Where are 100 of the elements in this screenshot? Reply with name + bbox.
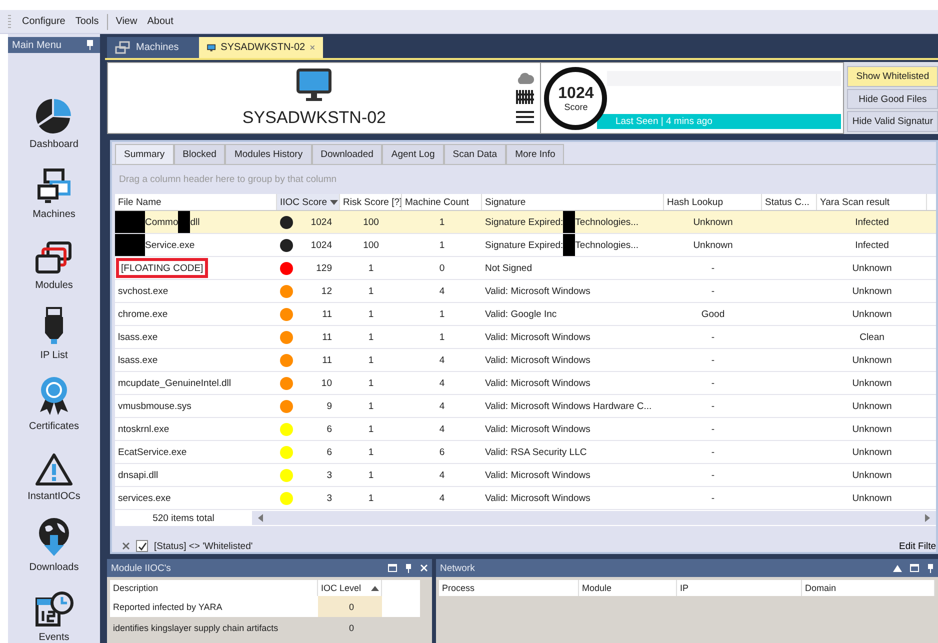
horizontal-scrollbar[interactable] [252,511,936,525]
warning-icon [35,452,73,486]
cell-text: EcatService.exe [117,446,187,458]
cell-text: dnsapi.dll [117,470,158,480]
sidebar-item[interactable]: Modules [35,220,73,290]
sidebar-item[interactable]: Certificates [28,361,79,432]
tab[interactable]: Agent Log [382,144,444,164]
sort-down-icon [330,200,338,204]
table-row[interactable]: ntoskrnl.exe 6 1 4 Valid: Microsoft Windows - Unknown [115,418,936,441]
redaction-block [115,211,145,233]
cell-text: 1 [368,308,374,320]
document-tab[interactable]: SYSADWKSTN-02 [199,37,323,58]
sidebar-item[interactable]: Downloads [29,502,79,572]
cell-text: 100 [363,216,379,228]
cell-text: 1 [368,332,374,342]
table-row[interactable]: chrome.exe 11 1 1 Valid: Google Inc Good Unknown [115,303,936,326]
menu-item[interactable]: Tools [70,16,104,27]
menu-item[interactable]: About [142,16,178,27]
cell-text: Unknown [852,378,892,388]
cell-text: 4 [439,400,445,412]
table-row[interactable]: identifies kingslayer supply chain artifacts 0 [110,617,429,638]
menu-item[interactable]: View [110,16,142,27]
cell-text: 4 [439,286,445,296]
cell-text: - [711,378,715,388]
cell-text: Valid: Microsoft Windows Hardware C... [485,400,652,412]
edit-filter-link[interactable]: Edit Filte [899,540,936,552]
tab[interactable]: Downloaded [312,144,382,164]
column-header[interactable]: IIOC Score [277,194,340,210]
globe-download-icon [36,516,71,556]
pin-icon[interactable] [86,40,94,50]
tab[interactable]: Scan Data [444,144,506,164]
column-header[interactable]: IP [677,580,802,596]
cell-text: chrome.exe [117,308,168,320]
filter-checkbox[interactable] [136,540,148,552]
cell-text: 1 [368,492,374,504]
maximize-icon[interactable] [388,564,397,572]
table-row[interactable]: EcatService.exe 6 1 6 Valid: RSA Security LLC - Unknown [115,441,936,464]
tab[interactable]: Summary [115,144,174,164]
windows-icon [35,240,73,274]
cell-text: - [711,470,715,480]
column-header[interactable]: Hash Lookup [664,194,762,210]
column-header[interactable]: Signature [482,194,664,210]
collapse-up-icon[interactable] [893,564,902,572]
close-icon[interactable] [122,542,130,550]
filter-toggle-button[interactable]: Hide Valid Signatur [847,111,938,132]
document-tab[interactable]: Machines [107,37,199,58]
table-row[interactable]: lsass.exe 11 1 1 Valid: Microsoft Windows - Clean [115,326,936,349]
table-row[interactable]: vmusbmouse.sys 9 1 4 Valid: Microsoft Windows Hardware C... - Unknown [115,395,936,418]
column-header[interactable]: Module [579,580,677,596]
table-row[interactable]: svchost.exe 12 1 4 Valid: Microsoft Windows - Unknown [115,280,936,303]
cell-text: Unknown [852,262,892,274]
cell-text: Valid: RSA Security LLC [485,446,587,458]
item-count: 520 items total [152,512,216,524]
cell-text: Service.exe [145,240,195,250]
cell-text: svchost.exe [117,286,168,296]
cell-text: 4 [439,424,445,434]
filter-toggle-button[interactable]: Show Whitelisted [847,66,938,87]
table-row[interactable]: Reported infected by YARA 0 [110,596,420,617]
sidebar-item[interactable]: Dashboard [30,79,78,150]
menu-item[interactable]: Configure [17,16,70,27]
close-icon[interactable] [310,43,315,52]
table-row[interactable]: Service.exe 1024 100 1 Signature Expired: Technologies... Unknown Infected [115,234,936,257]
tab[interactable]: Blocked [174,144,226,164]
cell-text: 1 [368,286,374,296]
cell-text: ntoskrnl.exe [117,424,170,434]
sidebar-item[interactable]: InstantIOCs [28,432,80,502]
filter-expression: [Status] <> 'Whitelisted' [154,540,253,552]
sidebar-item[interactable]: Machines [32,150,76,220]
column-header[interactable]: Machine Count [402,194,482,210]
sidebar-item[interactable]: IP List [40,290,68,361]
sidebar-item[interactable]: Events [34,572,74,643]
filter-toggle-button[interactable]: Hide Good Files [847,88,938,110]
scroll-left-icon[interactable] [258,514,263,522]
cell-text: 1 [368,354,374,366]
cell-text: Unknown [852,470,892,480]
table-row[interactable]: lsass.exe 11 1 4 Valid: Microsoft Windows - Unknown [115,349,936,372]
panel-title: Module IIOC's [111,562,171,574]
cell-text: 3 [326,492,332,504]
tab[interactable]: More Info [506,144,564,164]
table-row[interactable]: dnsapi.dll 3 1 4 Valid: Microsoft Windows - Unknown [115,464,936,487]
pin-icon[interactable] [405,564,412,572]
column-header[interactable]: Process [439,580,579,596]
table-row[interactable]: Commo dll 1024 100 1 Signature Expired: Technologies... Unknown Infected [115,211,936,234]
cell-text: 0 [348,602,354,612]
cell-text: 1 [439,308,445,320]
column-header[interactable]: Status C... [762,194,817,210]
cell-text: 4 [439,470,445,480]
column-header[interactable]: Domain [802,580,935,596]
scroll-right-icon[interactable] [925,514,930,522]
computers-icon [115,40,131,54]
table-row[interactable]: mcupdate_GenuineIntel.dll 10 1 4 Valid: Microsoft Windows - Unknown [115,372,936,395]
tab[interactable]: Modules History [225,144,312,164]
menu-icon[interactable] [516,110,534,124]
cell-text: Unknown [852,424,892,434]
pin-icon[interactable] [927,564,934,572]
maximize-icon[interactable] [910,564,919,572]
table-row[interactable]: [FLOATING CODE] 129 1 0 Not Signed - Unknown [115,257,936,280]
cell-text: Unknown [852,354,892,366]
column-header[interactable]: Yara Scan result [817,194,927,210]
cell-text: 1 [439,332,445,342]
